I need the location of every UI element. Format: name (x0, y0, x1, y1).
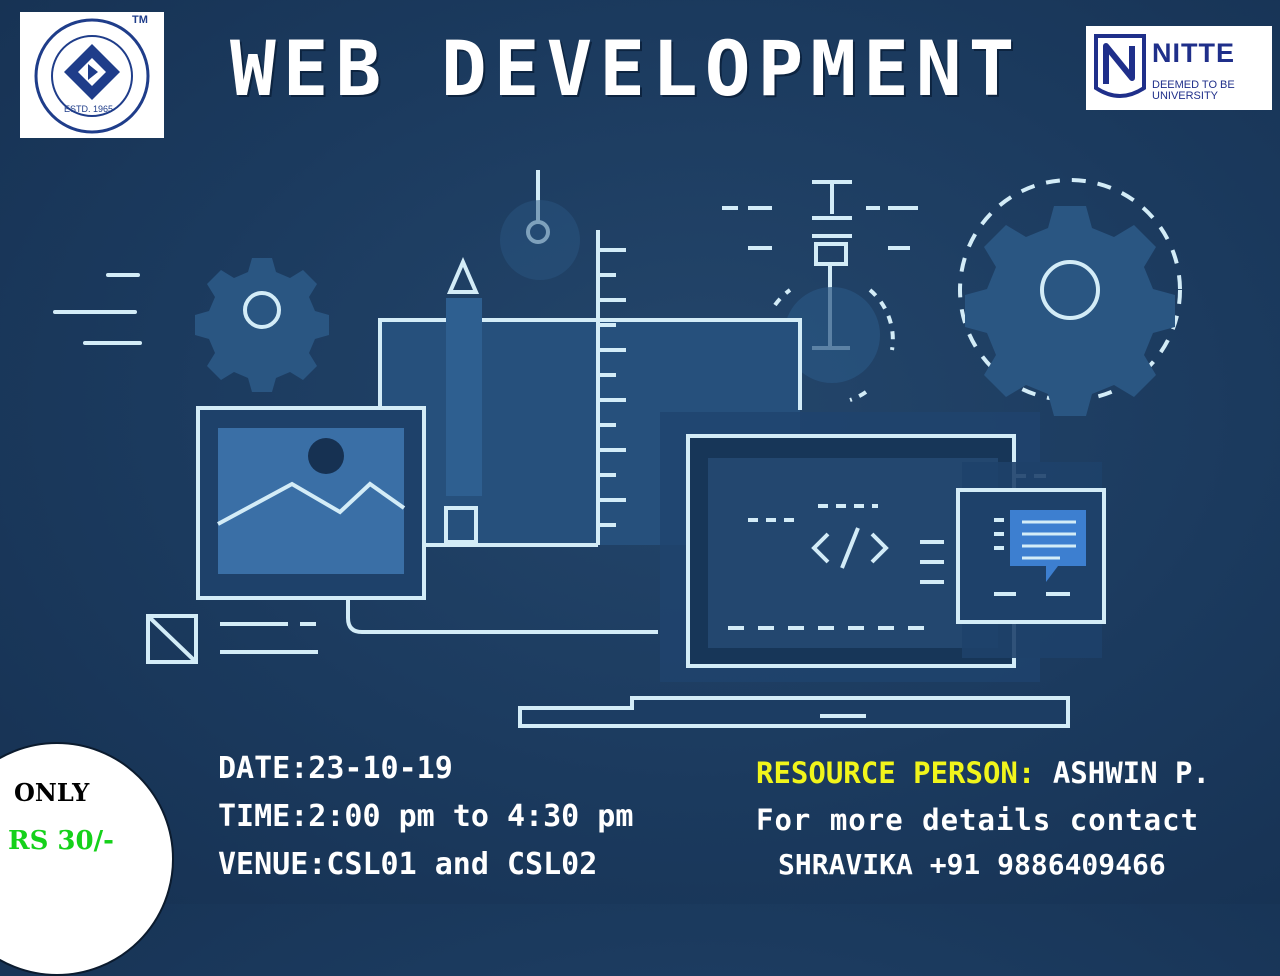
resource-person-name: ASHWIN P. (1035, 756, 1210, 790)
nitte-logo: NITTE DEEMED TO BE UNIVERSITY (1086, 26, 1272, 110)
event-venue: VENUE:CSL01 and CSL02 (218, 847, 598, 882)
contact-details: SHRAVIKA +91 9886409466 (778, 848, 1166, 881)
price-badge-only: ONLY (14, 778, 90, 807)
contact-heading: For more details contact (756, 803, 1200, 837)
image-icon (196, 406, 426, 600)
csi-tm-mark: TM (132, 14, 148, 26)
csi-estd: ESTD. 1965 (64, 104, 114, 114)
nitte-subtitle: DEEMED TO BE UNIVERSITY (1152, 80, 1235, 102)
resource-person-label: RESOURCE PERSON: (756, 756, 1036, 790)
resource-person: RESOURCE PERSON: ASHWIN P. (756, 756, 1210, 790)
gear-icon (958, 178, 1182, 416)
nitte-name: NITTE (1152, 38, 1235, 68)
event-time: TIME:2:00 pm to 4:30 pm (218, 799, 634, 834)
gear-icon (195, 258, 329, 392)
nitte-subtitle-line2: UNIVERSITY (1152, 90, 1219, 102)
price-badge-amount: RS 30/- (8, 826, 114, 856)
csi-logo: TM ESTD. 1965 (20, 12, 164, 138)
event-date: DATE:23-10-19 (218, 751, 453, 786)
page-title: WEB DEVELOPMENT (230, 24, 1022, 113)
